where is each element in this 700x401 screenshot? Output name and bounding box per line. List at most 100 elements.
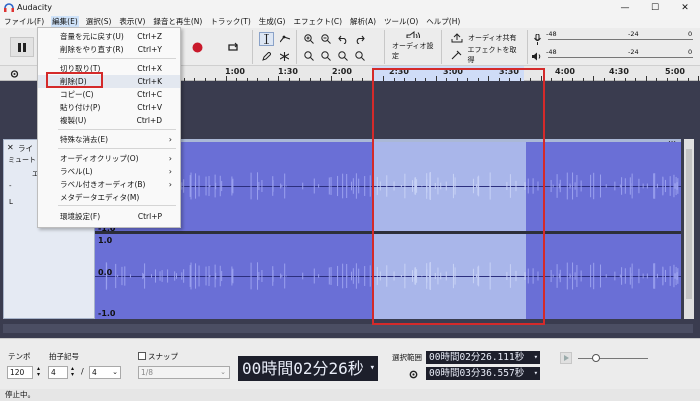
selection-start-time[interactable]: 00時間02分26.111秒 ▾ [426, 351, 540, 364]
edit-menu-item[interactable]: 音量を元に戻す(U) Ctrl+Z [38, 30, 180, 43]
menu-1[interactable]: 編集(E) [51, 16, 79, 27]
submenu-arrow-icon: › [169, 152, 172, 165]
envelope-tool[interactable] [277, 32, 292, 46]
edit-menu-item[interactable]: 複製(U) Ctrl+D [38, 114, 180, 127]
wave-spike [570, 276, 571, 277]
redo-button[interactable] [352, 32, 367, 46]
wave-spike [572, 173, 573, 200]
zoom-out-icon [321, 34, 331, 44]
menu-separator [58, 58, 176, 59]
meter-tick-c: 0 [688, 30, 692, 38]
edit-menu-item-label: 特殊な消去(E) [60, 135, 108, 144]
multi-tool[interactable] [277, 49, 292, 63]
wave-spike [183, 269, 184, 282]
edit-menu-item[interactable]: メタデータエディタ(M) [38, 191, 180, 204]
playback-meter-button[interactable] [531, 50, 543, 62]
wave-spike [130, 274, 131, 277]
wave-spike [115, 264, 116, 288]
wave-spike [631, 273, 632, 278]
pause-button[interactable] [10, 37, 34, 57]
wave-spike [215, 265, 216, 288]
wave-spike [231, 180, 232, 192]
menu-0[interactable]: ファイル(F) [3, 16, 45, 27]
menu-5[interactable]: トラック(T) [209, 16, 251, 27]
undo-button[interactable] [335, 32, 350, 46]
submenu-arrow-icon: › [169, 165, 172, 178]
edit-menu-item[interactable]: ラベル付きオーディオ(B) › [38, 178, 180, 191]
record-button[interactable] [186, 37, 208, 57]
numerator-stepper[interactable]: ▴ ▾ [68, 366, 77, 379]
track-name[interactable]: ライ [18, 143, 33, 154]
playback-meter[interactable] [548, 57, 693, 58]
close-button[interactable]: ✕ [670, 0, 700, 15]
edit-menu-item-label: 複製(U) [60, 116, 86, 125]
zoom-out-button[interactable] [318, 32, 333, 46]
time-display[interactable]: 00時間02分26秒 ▾ [238, 356, 378, 381]
selection-end-value: 00時間03分36.557秒 [429, 368, 524, 379]
tempo-input[interactable]: 120 [7, 366, 33, 379]
selection-end-time[interactable]: 00時間03分36.557秒 ▾ [426, 367, 540, 380]
get-effects-button[interactable]: エフェクトを取得 [451, 48, 521, 62]
fit-project-button[interactable] [318, 49, 333, 63]
wave-spike [221, 271, 222, 281]
wave-spike [673, 265, 674, 287]
horizontal-scrollbar[interactable] [3, 324, 693, 333]
snap-select[interactable]: 1/8 ⌄ [138, 366, 230, 379]
edit-menu-item-label: 音量を元に戻す(U) [60, 32, 124, 41]
zoom-in-button[interactable] [301, 32, 316, 46]
menu-10[interactable]: ヘルプ(H) [425, 16, 461, 27]
loop-button[interactable] [222, 37, 244, 57]
wave-spike [353, 178, 354, 194]
minimize-button[interactable]: — [610, 0, 640, 15]
wave-spike [621, 267, 622, 285]
playback-speed-slider[interactable] [578, 358, 648, 359]
audio-setup-button[interactable]: オーディオ設定 [392, 31, 438, 61]
wave-spike [302, 183, 303, 190]
tempo-stepper[interactable]: ▴ ▾ [34, 366, 43, 379]
wave-spike [314, 179, 315, 194]
record-meter[interactable] [548, 39, 693, 40]
edit-menu-item[interactable]: 貼り付け(P) Ctrl+V [38, 101, 180, 114]
fit-selection-button[interactable] [301, 49, 316, 63]
menu-6[interactable]: 生成(G) [258, 16, 287, 27]
draw-tool[interactable] [259, 49, 274, 63]
vertical-scroll-thumb[interactable] [686, 149, 692, 299]
vertical-scrollbar[interactable] [684, 139, 694, 319]
menu-8[interactable]: 解析(A) [349, 16, 377, 27]
edit-menu-item[interactable]: ラベル(L) › [38, 165, 180, 178]
wave-spike [280, 184, 281, 189]
edit-menu-item[interactable]: 環境設定(F) Ctrl+P [38, 210, 180, 223]
submenu-arrow-icon: › [169, 133, 172, 146]
ruler-tick-label: 4:00 [555, 67, 575, 76]
menu-2[interactable]: 選択(S) [85, 16, 113, 27]
wave-spike [630, 177, 631, 194]
time-signature-denominator[interactable]: 4 ⌄ [89, 366, 121, 379]
menu-4[interactable]: 録音と再生(N) [152, 16, 203, 27]
zoom-toggle-button[interactable] [335, 49, 350, 63]
edit-menu-item[interactable]: コピー(C) Ctrl+C [38, 88, 180, 101]
track-close-icon[interactable]: ✕ [7, 143, 14, 152]
play-at-speed-button[interactable] [560, 352, 572, 364]
gain-minus-label: - [9, 182, 12, 190]
share-audio-button[interactable]: オーディオ共有 [451, 31, 519, 45]
edit-menu-item[interactable]: オーディオクリップ(O) › [38, 152, 180, 165]
mute-button[interactable]: ミュート [8, 155, 36, 165]
selection-settings-icon[interactable] [408, 369, 419, 380]
menu-separator [58, 205, 176, 206]
menu-7[interactable]: エフェクト(C) [292, 16, 343, 27]
menu-3[interactable]: 表示(V) [118, 16, 146, 27]
menu-9[interactable]: ツール(O) [383, 16, 419, 27]
edit-menu-item[interactable]: 削除をやり直す(R) Ctrl+Y [38, 43, 180, 56]
playback-speed-thumb[interactable] [592, 354, 600, 362]
horizontal-scroll-area[interactable] [0, 322, 700, 336]
edit-menu-item[interactable]: 特殊な消去(E) › [38, 133, 180, 146]
selection-tool[interactable] [259, 32, 274, 46]
maximize-button[interactable]: ☐ [640, 0, 670, 15]
wave-spike [257, 172, 258, 199]
trim-button[interactable] [352, 49, 367, 63]
delete-highlight-box [46, 72, 103, 88]
snap-checkbox[interactable] [138, 352, 146, 360]
time-signature-numerator[interactable]: 4 [48, 366, 68, 379]
timeline-options-icon[interactable] [9, 69, 20, 79]
record-meter-button[interactable] [531, 32, 543, 46]
